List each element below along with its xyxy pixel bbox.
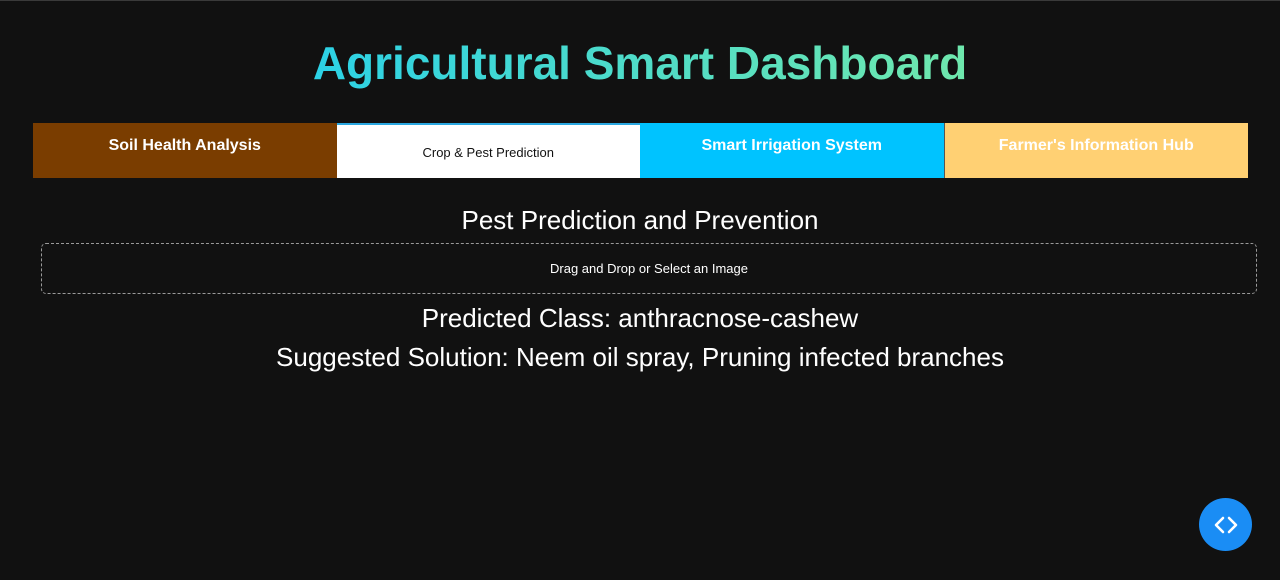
tab-label: Farmer's Information Hub — [998, 137, 1194, 154]
tab-label: Crop & Pest Prediction — [422, 145, 554, 160]
code-toggle-button[interactable] — [1199, 498, 1252, 551]
upload-label: Drag and Drop or Select an Image — [550, 261, 748, 276]
tab-soil-health-analysis[interactable]: Soil Health Analysis — [33, 123, 337, 178]
tab-label: Soil Health Analysis — [108, 137, 261, 154]
top-border — [0, 0, 1280, 1]
tab-smart-irrigation-system[interactable]: Smart Irrigation System — [640, 123, 944, 178]
code-icon — [1214, 516, 1237, 533]
tab-crop-pest-prediction[interactable]: Crop & Pest Prediction — [336, 123, 640, 178]
tab-farmers-information-hub[interactable]: Farmer's Information Hub — [943, 123, 1248, 178]
tab-bar: Soil Health Analysis Crop & Pest Predict… — [33, 123, 1248, 178]
predicted-class-text: Predicted Class: anthracnose-cashew — [421, 303, 859, 333]
page-title-text: Agricultural Smart Dashboard — [312, 37, 968, 89]
page-title: Agricultural Smart Dashboard — [0, 36, 1280, 90]
image-upload-dropzone[interactable]: Drag and Drop or Select an Image — [41, 243, 1257, 294]
section-title: Pest Prediction and Prevention — [461, 205, 819, 235]
suggested-solution-text: Suggested Solution: Neem oil spray, Prun… — [276, 342, 1004, 372]
tab-label: Smart Irrigation System — [701, 137, 883, 154]
